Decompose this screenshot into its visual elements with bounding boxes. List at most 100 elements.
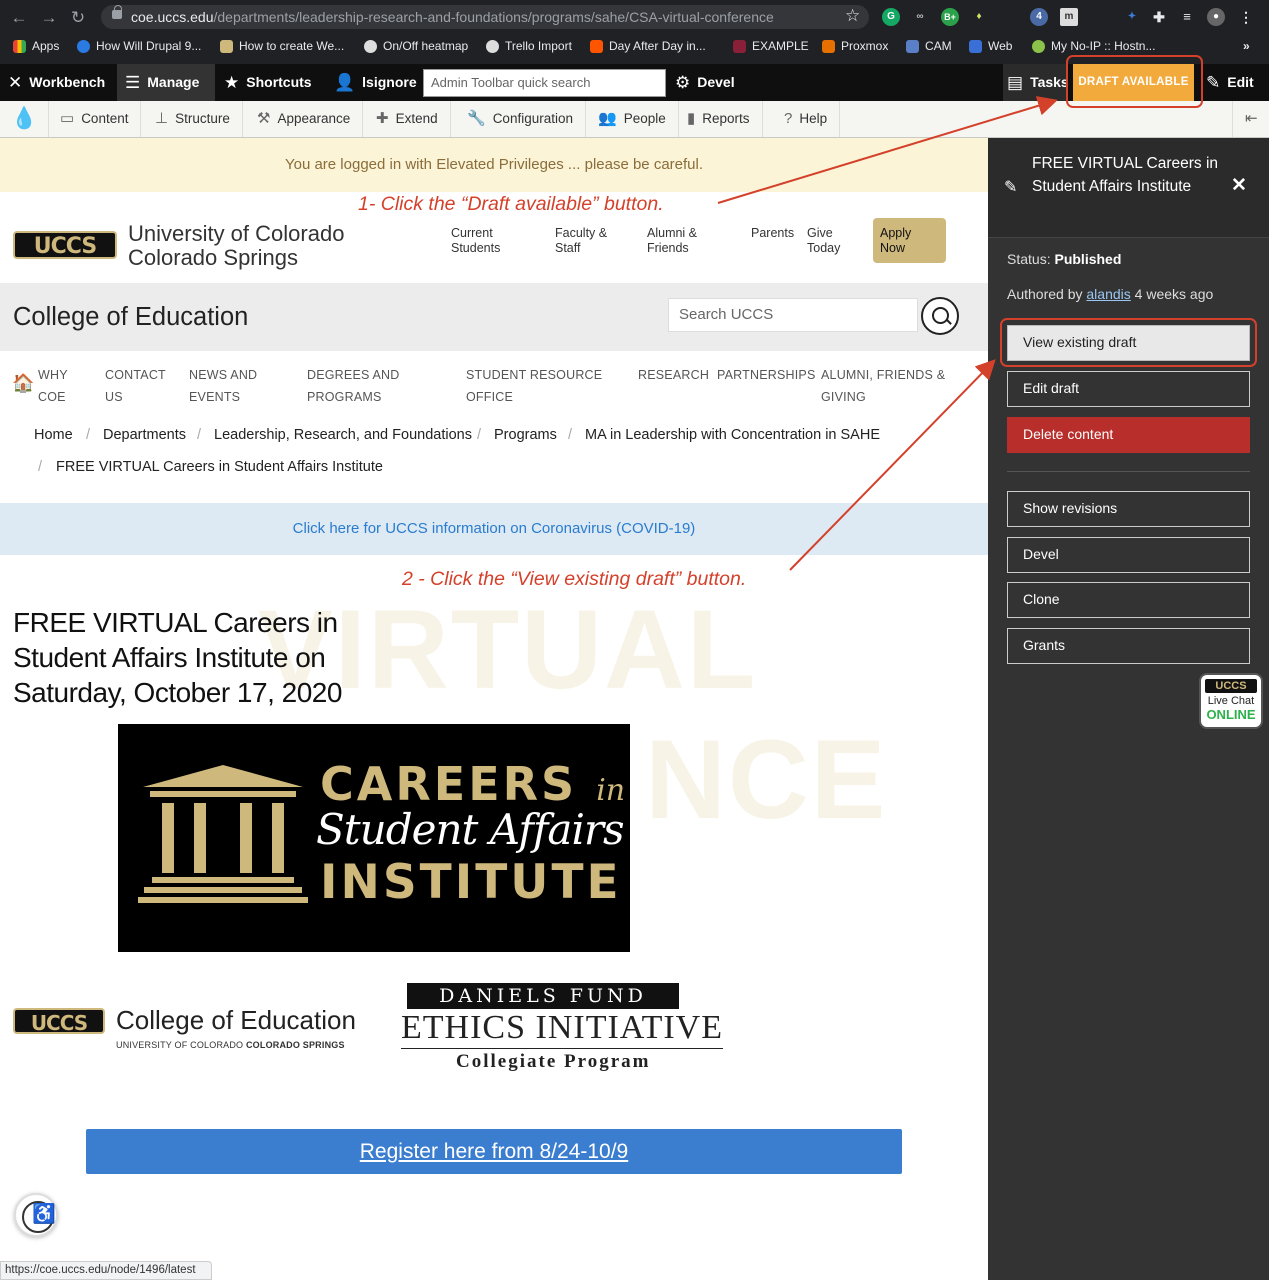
close-icon[interactable]: ✕ [1231,174,1247,197]
collapse-tray-icon[interactable]: ⇤ [1232,101,1269,137]
url-host: coe.uccs.edu [131,9,214,25]
menu-content[interactable]: ▭ Content [48,101,142,137]
status-label: Status: [1007,251,1051,267]
menu-label: Appearance [277,111,351,126]
nav-news-events[interactable]: NEWS AND EVENTS [189,364,257,408]
bookmark-apps[interactable]: Apps [13,39,59,53]
search-uccs-input[interactable]: Search UCCS [668,298,918,332]
nav-degrees-programs[interactable]: DEGREES AND PROGRAMS [307,364,400,408]
breadcrumb-separator: / [38,459,43,475]
breadcrumb-ma-sahe[interactable]: MA in Leadership with Concentration in S… [585,427,880,443]
uccs-logo[interactable]: UCCS [13,231,117,259]
menu-people[interactable]: 👥 People [586,101,679,137]
header-nav-faculty-staff[interactable]: Faculty & Staff [555,226,607,256]
toolbar-workbench[interactable]: ✕ Workbench [8,64,105,101]
delete-content-button[interactable]: Delete content [1007,417,1250,453]
more-icon[interactable]: ⋮ [1237,8,1255,26]
bookmarks-overflow-icon[interactable]: » [1243,39,1250,53]
address-bar[interactable]: coe.uccs.edu/departments/leadership-rese… [101,5,869,29]
header-nav-alumni-friends[interactable]: Alumni & Friends [647,226,697,256]
show-revisions-button[interactable]: Show revisions [1007,491,1250,527]
sidebar-status: Status: Published [1007,251,1121,267]
toolbar-manage[interactable]: ☰ Manage [117,64,215,101]
toolbar-user[interactable]: 👤 lsignore [334,64,417,101]
lock-icon[interactable] [112,5,122,19]
nav-line: NEWS AND [189,368,258,382]
header-nav-give-today[interactable]: Give Today [807,226,840,256]
toolbar-search-input[interactable]: Admin Toolbar quick search [423,69,666,97]
toolbar-tasks[interactable]: ▤ Tasks [1003,64,1069,101]
bookmark-item[interactable]: How to create We... [220,39,344,53]
college-title[interactable]: College of Education [13,303,248,332]
menu-help[interactable]: ? Help [772,101,841,137]
search-icon[interactable] [921,297,959,335]
wrench-icon: 🔧 [467,110,486,127]
banner-careers-word: CAREERS [320,757,578,811]
menu-reports[interactable]: ▮ Reports [675,101,763,137]
home-icon[interactable]: 🏠 [12,373,34,394]
site-favicon-icon [220,39,233,53]
bookmark-item[interactable]: My No-IP :: Hostn... [1032,39,1155,53]
puzzle-icon[interactable]: ✚ [1150,8,1168,26]
breadcrumb-home[interactable]: Home [34,427,73,443]
devel-button[interactable]: Devel [1007,537,1250,573]
breadcrumb-lrf[interactable]: Leadership, Research, and Foundations [214,427,472,443]
toolbar-shortcuts[interactable]: ★ Shortcuts [224,64,312,101]
register-button[interactable]: Register here from 8/24-10/9 [86,1129,902,1174]
extension-icon[interactable]: ♦ [970,8,988,26]
forward-icon[interactable]: → [38,8,60,28]
nav-why-coe[interactable]: WHY COE [38,364,68,408]
avatar[interactable]: ● [1207,8,1225,26]
toolbar-edit[interactable]: ✎ Edit [1198,64,1269,101]
grammarly-extension-icon[interactable]: G [882,8,900,26]
nav-research[interactable]: RESEARCH [638,364,709,386]
bookmark-star-icon[interactable]: ☆ [845,6,860,26]
extension-icon[interactable]: m [1060,8,1078,26]
header-nav-current-students[interactable]: Current Students [451,226,500,256]
menu-appearance[interactable]: ⚒ Appearance [245,101,364,137]
bookmark-item[interactable]: Trello Import [486,39,572,53]
bookmark-item[interactable]: On/Off heatmap [364,39,468,53]
bookmark-label: Trello Import [505,39,572,53]
nav-alumni-friends-giving[interactable]: ALUMNI, FRIENDS & GIVING [821,364,945,408]
reload-icon[interactable]: ↻ [67,8,89,28]
menu-extend[interactable]: ✚ Extend [364,101,451,137]
menu-configuration[interactable]: 🔧 Configuration [455,101,586,137]
breadcrumb-current: FREE VIRTUAL Careers in Student Affairs … [56,459,383,475]
extension-b-icon[interactable]: B+ [941,8,959,26]
content-icon: ▭ [60,110,75,127]
nav-student-resource-office[interactable]: STUDENT RESOURCE OFFICE [466,364,602,408]
bookmark-item[interactable]: Day After Day in... [590,39,706,53]
covid-info-link[interactable]: Click here for UCCS information on Coron… [0,503,988,555]
toolbar-devel[interactable]: ⚙ Devel [675,64,735,101]
breadcrumb-separator: / [197,427,202,443]
accessibility-button[interactable]: ♿ [14,1193,58,1237]
bookmark-item[interactable]: EXAMPLE [733,39,809,53]
bookmark-label: Apps [32,39,60,53]
menu-structure[interactable]: ⊥ Structure [143,101,243,137]
media-icon[interactable]: ≡ [1178,8,1196,26]
extension-icon[interactable]: 4 [1030,8,1048,26]
drupal-home[interactable]: 💧 [0,101,50,137]
breadcrumb-departments[interactable]: Departments [103,427,186,443]
nav-partnerships[interactable]: PARTNERSHIPS [717,364,816,386]
bookmark-item[interactable]: How Will Drupal 9... [77,39,201,53]
bookmark-item[interactable]: CAM [906,39,952,53]
extension-icon[interactable]: ✦ [1123,8,1141,26]
bookmark-item[interactable]: Proxmox [822,39,888,53]
edit-draft-button[interactable]: Edit draft [1007,371,1250,407]
grants-button[interactable]: Grants [1007,628,1250,664]
apply-now-button[interactable]: Apply Now [873,218,946,263]
breadcrumb-programs[interactable]: Programs [494,427,557,443]
author-link[interactable]: alandis [1086,286,1130,302]
extension-icon[interactable]: ∞ [911,8,929,26]
bookmark-label: Day After Day in... [609,39,706,53]
nav-contact-us[interactable]: CONTACT US [105,364,166,408]
clone-button[interactable]: Clone [1007,582,1250,618]
header-nav-parents[interactable]: Parents [751,226,794,241]
back-icon[interactable]: ← [8,8,30,28]
drupal-drop-icon: 💧 [11,107,38,130]
bookmark-item[interactable]: Web [969,39,1012,53]
menu-icon: ☰ [125,73,141,92]
bookmark-label: EXAMPLE [752,39,809,53]
